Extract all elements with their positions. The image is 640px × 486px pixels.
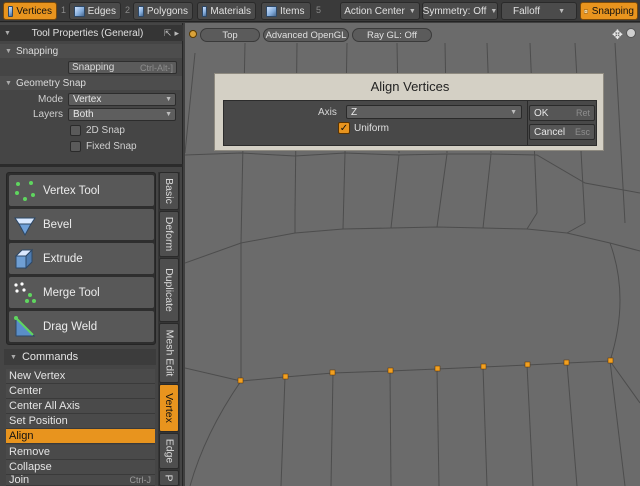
viewport-menu-icon[interactable]: [189, 30, 197, 38]
rotate-view-icon[interactable]: [626, 28, 636, 38]
command-remove[interactable]: Remove: [6, 445, 155, 460]
cancel-button[interactable]: Cancel Esc: [529, 124, 595, 140]
axis-select[interactable]: Z ▼: [346, 105, 522, 119]
vertex-tool-icon: [13, 179, 37, 203]
geometry-snap-section[interactable]: ▼ Geometry Snap: [0, 76, 182, 90]
commands-section[interactable]: ▼ Commands: [4, 349, 156, 365]
shortcut-hint: Ctrl-J: [129, 475, 152, 485]
snapping-section[interactable]: ▼ Snapping: [0, 44, 182, 58]
mode-label: Mode: [37, 94, 63, 105]
panel-menu-icon[interactable]: ▼: [4, 30, 11, 37]
align-vertices-dialog: Align Vertices Axis Z ▼ ✓ Uniform OK Ret…: [214, 73, 604, 151]
drag-weld-button[interactable]: Drag Weld: [8, 310, 155, 343]
bevel-icon: [13, 213, 37, 237]
top-toolbar: Vertices 1 Edges 2 Polygons Materials It…: [0, 0, 640, 22]
polygon-cube-icon: [138, 5, 144, 17]
uniform-label: Uniform: [354, 123, 390, 134]
chevron-down-icon: ▼: [165, 96, 172, 103]
panel-options-icon[interactable]: ▸: [174, 28, 179, 39]
snap-magnet-icon: [584, 9, 588, 13]
tab-edge[interactable]: Edge: [159, 433, 179, 469]
action-center-button[interactable]: Action Center ▼: [340, 2, 420, 20]
command-align[interactable]: Align: [6, 429, 155, 444]
shortcut-hint: Esc: [574, 127, 590, 137]
merge-tool-icon: [13, 281, 37, 305]
layers-row: Layers Both ▼: [0, 107, 182, 122]
snap2d-checkbox[interactable]: [70, 125, 81, 136]
tab-number: 2: [125, 5, 131, 15]
chevron-down-icon: ▼: [510, 108, 517, 116]
panel-divider[interactable]: [0, 164, 183, 167]
item-cube-icon: [266, 5, 277, 17]
mode-select[interactable]: Vertex ▼: [68, 93, 176, 106]
collapse-arrow-icon: ▼: [5, 47, 12, 55]
shortcut-hint: Ctrl-Alt-]: [140, 62, 173, 73]
panel-title: Tool Properties (General): [31, 27, 144, 39]
tab-edges[interactable]: Edges: [69, 2, 121, 20]
pan-arrows-icon[interactable]: ✥: [612, 27, 623, 43]
tab-polygon[interactable]: P: [159, 470, 179, 486]
bevel-button[interactable]: Bevel: [8, 208, 155, 241]
tab-number: 5: [316, 5, 322, 15]
tab-polygons[interactable]: Polygons: [133, 2, 193, 20]
shortcut-hint: Ret: [575, 108, 590, 118]
snap2d-label: 2D Snap: [86, 125, 125, 136]
fixed-snap-checkbox[interactable]: [70, 141, 81, 152]
falloff-button[interactable]: Falloff ▼: [501, 2, 577, 20]
axis-label: Axis: [318, 107, 337, 118]
collapse-arrow-icon: ▼: [10, 353, 17, 361]
tool-properties-header: ▼ Tool Properties (General) ⇱ ▸: [0, 25, 183, 41]
snapping-toggle-button[interactable]: Snapping Ctrl-Alt-]: [68, 61, 177, 74]
chevron-down-icon: ▼: [490, 7, 498, 15]
tab-materials[interactable]: Materials: [197, 2, 256, 20]
merge-tool-button[interactable]: Merge Tool: [8, 276, 155, 309]
chevron-down-icon: ▼: [165, 111, 172, 118]
fixed-snap-label: Fixed Snap: [86, 141, 137, 152]
drag-weld-icon: [13, 315, 37, 339]
vertex-cube-icon: [8, 5, 14, 17]
tab-number: 1: [61, 5, 67, 15]
uniform-checkbox[interactable]: ✓: [338, 122, 350, 134]
command-new-vertex[interactable]: New Vertex: [6, 369, 155, 384]
edge-cube-icon: [74, 5, 85, 17]
command-center[interactable]: Center: [6, 384, 155, 399]
material-cube-icon: [202, 5, 208, 17]
raygl-toggle-button[interactable]: Ray GL: Off: [352, 28, 432, 42]
category-tabs: Basic Deform Duplicate Mesh Edit Vertex …: [158, 172, 180, 486]
command-join[interactable]: Join Ctrl-J: [6, 475, 155, 486]
dialog-body: Axis Z ▼ ✓ Uniform OK Ret Cancel Esc: [223, 100, 597, 146]
vertex-tool-button[interactable]: Vertex Tool: [8, 174, 155, 207]
expand-icon[interactable]: ⇱: [164, 28, 172, 39]
view-select-button[interactable]: Top: [200, 28, 260, 42]
command-center-all-axis[interactable]: Center All Axis: [6, 399, 155, 414]
command-collapse[interactable]: Collapse: [6, 460, 155, 475]
chevron-down-icon: ▼: [408, 7, 416, 15]
mode-row: Mode Vertex ▼: [0, 92, 182, 107]
layers-select[interactable]: Both ▼: [68, 108, 176, 121]
tab-deform[interactable]: Deform: [159, 211, 179, 257]
tab-basic[interactable]: Basic: [159, 172, 179, 210]
tab-items[interactable]: Items: [261, 2, 311, 20]
chevron-down-icon: ▼: [558, 7, 565, 15]
snapping-button[interactable]: Snapping: [580, 2, 638, 20]
tab-vertices[interactable]: Vertices: [3, 2, 57, 20]
tool-palette: Vertex Tool Bevel Extrude Merge Tool Dra…: [6, 172, 156, 345]
layers-label: Layers: [32, 109, 63, 120]
dialog-divider: [527, 101, 528, 145]
ok-button[interactable]: OK Ret: [529, 105, 595, 121]
command-set-position[interactable]: Set Position: [6, 414, 155, 429]
extrude-button[interactable]: Extrude: [8, 242, 155, 275]
extrude-icon: [13, 247, 37, 271]
shading-select-button[interactable]: Advanced OpenGL: [263, 28, 349, 42]
tab-vertex[interactable]: Vertex: [159, 384, 179, 432]
collapse-arrow-icon: ▼: [5, 79, 12, 87]
symmetry-button[interactable]: Symmetry: Off ▼: [422, 2, 498, 20]
dialog-title: Align Vertices: [370, 79, 450, 94]
tab-duplicate[interactable]: Duplicate: [159, 258, 179, 322]
tab-mesh-edit[interactable]: Mesh Edit: [159, 323, 179, 383]
